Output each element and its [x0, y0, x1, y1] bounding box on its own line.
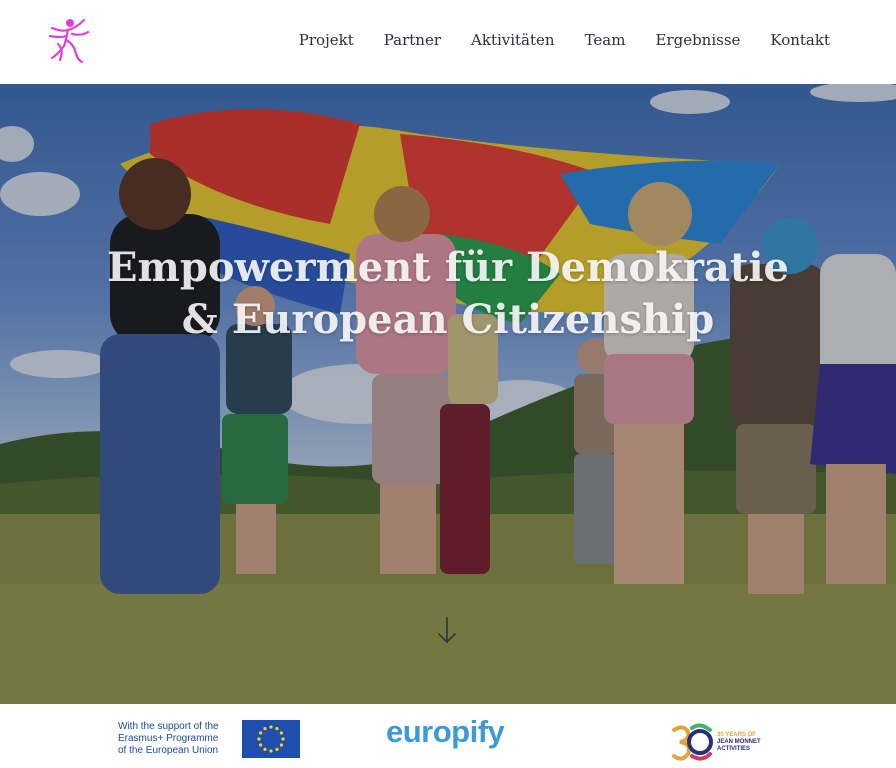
nav-item-aktivitaeten[interactable]: Aktivitäten [471, 30, 555, 50]
eu-flag-icon [242, 720, 300, 758]
site-header: Projekt Partner Aktivitäten Team Ergebni… [0, 0, 896, 84]
nav-item-ergebnisse[interactable]: Ergebnisse [655, 30, 740, 50]
jean-monnet-logo[interactable]: 30 YEARS OF JEAN MONNET ACTIVITIES [670, 722, 777, 762]
jean-monnet-line2: JEAN MONNET [717, 738, 761, 745]
erasmus-text: With the support of the Erasmus+ Program… [118, 721, 238, 757]
nav-item-partner[interactable]: Partner [384, 30, 441, 50]
erasmus-text-line3: of the European Union [118, 745, 219, 756]
hero-section: Empowerment für Demokratie & European Ci… [0, 84, 896, 704]
partner-logos-bar: With the support of the Erasmus+ Program… [0, 704, 896, 768]
hero-overlay [0, 84, 896, 704]
jean-monnet-line3: ACTIVITIES [717, 745, 751, 752]
hero-title-line2: & European Citizenship [181, 296, 715, 343]
hero-title-line1: Empowerment für Demokratie [107, 244, 789, 291]
europify-logo[interactable]: europify [386, 714, 505, 750]
hero-title: Empowerment für Demokratie & European Ci… [0, 242, 896, 346]
jean-monnet-text: 30 YEARS OF JEAN MONNET ACTIVITIES [717, 732, 777, 753]
nav-item-team[interactable]: Team [585, 30, 626, 50]
arrow-down-icon[interactable] [436, 616, 458, 646]
main-nav: Projekt Partner Aktivitäten Team Ergebni… [299, 30, 830, 50]
erasmus-logo[interactable]: With the support of the Erasmus+ Program… [118, 720, 300, 758]
nav-item-kontakt[interactable]: Kontakt [770, 30, 830, 50]
jean-monnet-30-mark-icon [672, 723, 713, 761]
erasmus-text-line1: With the support of the [118, 721, 219, 732]
nav-item-projekt[interactable]: Projekt [299, 30, 354, 50]
erasmus-text-line2: Erasmus+ Programme [118, 733, 219, 744]
dancer-logo-icon[interactable] [44, 14, 92, 66]
jean-monnet-line1: 30 YEARS OF [717, 731, 756, 738]
